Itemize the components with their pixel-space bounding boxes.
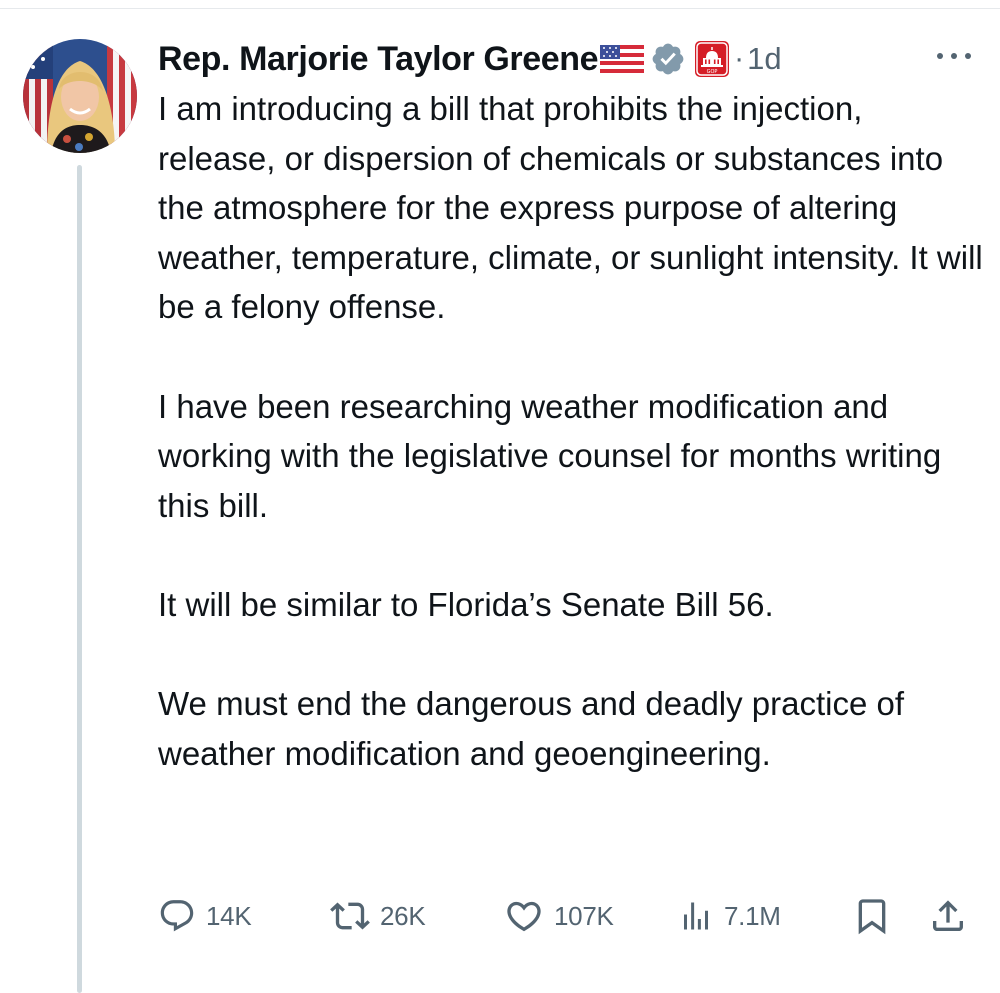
bookmark-button[interactable] bbox=[852, 890, 892, 942]
views-chart-icon bbox=[684, 902, 708, 930]
top-divider bbox=[0, 0, 1000, 9]
like-count: 107K bbox=[554, 900, 614, 931]
affiliate-badge-icon[interactable]: GOP bbox=[694, 40, 730, 78]
tweet-header: Rep. Marjorie Taylor Greene GOP · 1d bbox=[158, 36, 782, 82]
action-bar: 14K 26K 107K 7.1M bbox=[158, 890, 978, 942]
views-button[interactable]: 7.1M bbox=[678, 890, 781, 942]
reply-icon bbox=[160, 900, 194, 932]
tweet-paragraph: I am introducing a bill that prohibits t… bbox=[158, 90, 983, 326]
post-timestamp[interactable]: 1d bbox=[747, 41, 781, 77]
views-count: 7.1M bbox=[724, 900, 781, 931]
avatar-photo-icon bbox=[23, 39, 137, 153]
bookmark-icon bbox=[858, 899, 886, 935]
svg-text:GOP: GOP bbox=[707, 69, 718, 75]
tweet-paragraph: I have been researching weather modifica… bbox=[158, 387, 942, 524]
verified-badge-icon[interactable] bbox=[650, 41, 686, 77]
repost-count: 26K bbox=[380, 900, 426, 931]
reply-button[interactable]: 14K bbox=[158, 890, 252, 942]
heart-icon bbox=[507, 901, 541, 932]
more-options-button[interactable] bbox=[932, 42, 976, 70]
tweet-text: I am introducing a bill that prohibits t… bbox=[158, 84, 988, 778]
author-display-name[interactable]: Rep. Marjorie Taylor Greene bbox=[158, 40, 599, 79]
tweet-paragraph: It will be similar to Florida’s Senate B… bbox=[158, 585, 774, 623]
share-button[interactable] bbox=[928, 890, 968, 942]
like-button[interactable]: 107K bbox=[504, 890, 614, 942]
repost-icon bbox=[330, 902, 370, 930]
repost-button[interactable]: 26K bbox=[330, 890, 426, 942]
share-upload-icon bbox=[933, 900, 963, 931]
more-dots-icon bbox=[937, 53, 971, 59]
meta-separator: · bbox=[734, 42, 745, 75]
tweet-paragraph: We must end the dangerous and deadly pra… bbox=[158, 685, 905, 772]
us-flag-icon bbox=[600, 45, 645, 73]
thread-line bbox=[77, 165, 82, 993]
reply-count: 14K bbox=[206, 900, 252, 931]
author-avatar[interactable] bbox=[23, 39, 137, 153]
